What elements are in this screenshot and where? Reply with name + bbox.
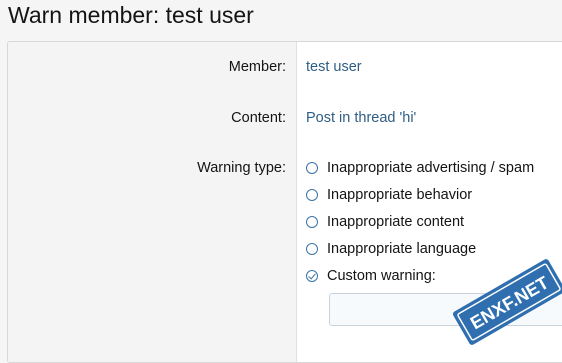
radio-label: Inappropriate behavior [327, 187, 473, 203]
warning-option-content[interactable]: Inappropriate content [306, 212, 464, 232]
page-title: Warn member: test user [8, 2, 254, 28]
radio-label: Inappropriate advertising / spam [327, 160, 535, 176]
member-link[interactable]: test user [306, 59, 362, 75]
warning-option-custom[interactable]: Custom warning: [306, 266, 436, 286]
warning-option-advertising-spam[interactable]: Inappropriate advertising / spam [306, 158, 534, 178]
radio-icon[interactable] [306, 216, 318, 228]
content-link[interactable]: Post in thread 'hi' [306, 110, 416, 126]
radio-label: Inappropriate content [327, 214, 465, 230]
radio-icon[interactable] [306, 162, 318, 174]
warning-type-label: Warning type: [197, 160, 286, 176]
warning-option-behavior[interactable]: Inappropriate behavior [306, 185, 472, 205]
radio-label: Inappropriate language [327, 241, 477, 257]
member-label: Member: [228, 59, 286, 75]
warning-option-language[interactable]: Inappropriate language [306, 239, 476, 259]
label-column [8, 42, 297, 362]
content-label: Content: [231, 110, 286, 126]
radio-icon[interactable] [306, 243, 318, 255]
radio-icon[interactable] [306, 189, 318, 201]
radio-label: Custom warning: [327, 268, 436, 284]
radio-checked-icon[interactable] [306, 270, 318, 282]
